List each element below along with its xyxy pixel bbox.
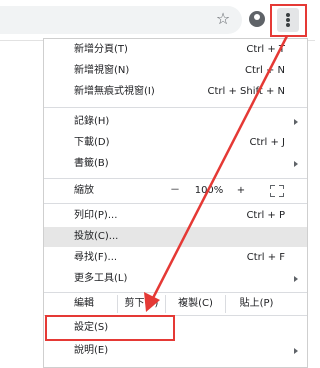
menu-item-find[interactable]: 尋找(F)... Ctrl + F	[44, 248, 307, 268]
menu-item-zoom: 縮放 － 100% +	[44, 181, 307, 201]
zoom-level-value: 100%	[194, 185, 224, 196]
menu-button-highlight-box	[270, 4, 307, 37]
star-outline-icon[interactable]: ☆	[213, 9, 233, 29]
menu-item-shortcut: Ctrl + F	[246, 252, 285, 263]
menu-item-downloads[interactable]: 下載(D) Ctrl + J	[44, 133, 307, 153]
submenu-arrow-icon	[294, 119, 298, 125]
menu-item-edit: 編輯 剪下(T) 複製(C) 貼上(P)	[44, 295, 307, 313]
settings-highlight-box	[45, 315, 175, 341]
menu-separator	[44, 107, 307, 108]
browser-window: ☆ 新增分頁(T) Ctrl + T 新增視窗(N) Ctrl + N 新增無痕…	[0, 0, 315, 368]
menu-item-cast[interactable]: 投放(C)...	[44, 227, 307, 247]
menu-item-label: 書籤(B)	[74, 158, 109, 169]
menu-item-shortcut: Ctrl + T	[246, 44, 285, 55]
menu-item-new-tab[interactable]: 新增分頁(T) Ctrl + T	[44, 40, 307, 60]
menu-item-label: 記錄(H)	[74, 116, 110, 127]
menu-item-label: 新增分頁(T)	[74, 44, 128, 55]
menu-item-shortcut: Ctrl + Shift + N	[207, 86, 285, 97]
menu-item-label: 列印(P)...	[74, 210, 118, 221]
menu-item-shortcut: Ctrl + J	[249, 137, 285, 148]
menu-item-label: 新增視窗(N)	[74, 65, 130, 76]
fullscreen-icon[interactable]	[270, 185, 284, 197]
menu-item-label: 下載(D)	[74, 137, 110, 148]
menu-item-print[interactable]: 列印(P)... Ctrl + P	[44, 206, 307, 226]
cut-button[interactable]: 剪下(T)	[117, 295, 165, 313]
menu-item-label: 新增無痕式視窗(I)	[74, 86, 155, 97]
menu-item-label: 縮放	[74, 185, 94, 196]
menu-item-shortcut: Ctrl + N	[244, 65, 285, 76]
submenu-arrow-icon	[294, 348, 298, 354]
menu-item-new-window[interactable]: 新增視窗(N) Ctrl + N	[44, 61, 307, 81]
paste-button[interactable]: 貼上(P)	[225, 295, 287, 313]
menu-item-label: 更多工具(L)	[74, 273, 128, 284]
menu-item-label: 說明(E)	[74, 345, 109, 356]
submenu-arrow-icon	[294, 276, 298, 282]
menu-item-new-incognito-window[interactable]: 新增無痕式視窗(I) Ctrl + Shift + N	[44, 82, 307, 102]
address-bar[interactable]	[0, 6, 242, 34]
menu-item-bookmarks[interactable]: 書籤(B)	[44, 154, 307, 174]
menu-item-help[interactable]: 說明(E)	[44, 341, 307, 361]
menu-item-label: 尋找(F)...	[74, 252, 118, 263]
account-avatar-icon[interactable]	[249, 11, 265, 27]
zoom-out-button[interactable]: －	[168, 181, 182, 201]
copy-button[interactable]: 複製(C)	[165, 295, 225, 313]
menu-item-label: 投放(C)...	[74, 231, 119, 242]
menu-item-history[interactable]: 記錄(H)	[44, 112, 307, 132]
menu-separator	[44, 203, 307, 204]
menu-separator	[44, 178, 307, 179]
menu-separator	[44, 292, 307, 293]
zoom-in-button[interactable]: +	[234, 181, 248, 201]
menu-item-more-tools[interactable]: 更多工具(L)	[44, 269, 307, 289]
submenu-arrow-icon	[294, 161, 298, 167]
edit-row-label: 編輯	[74, 298, 94, 309]
browser-toolbar: ☆	[0, 0, 315, 41]
menu-item-shortcut: Ctrl + P	[246, 210, 285, 221]
